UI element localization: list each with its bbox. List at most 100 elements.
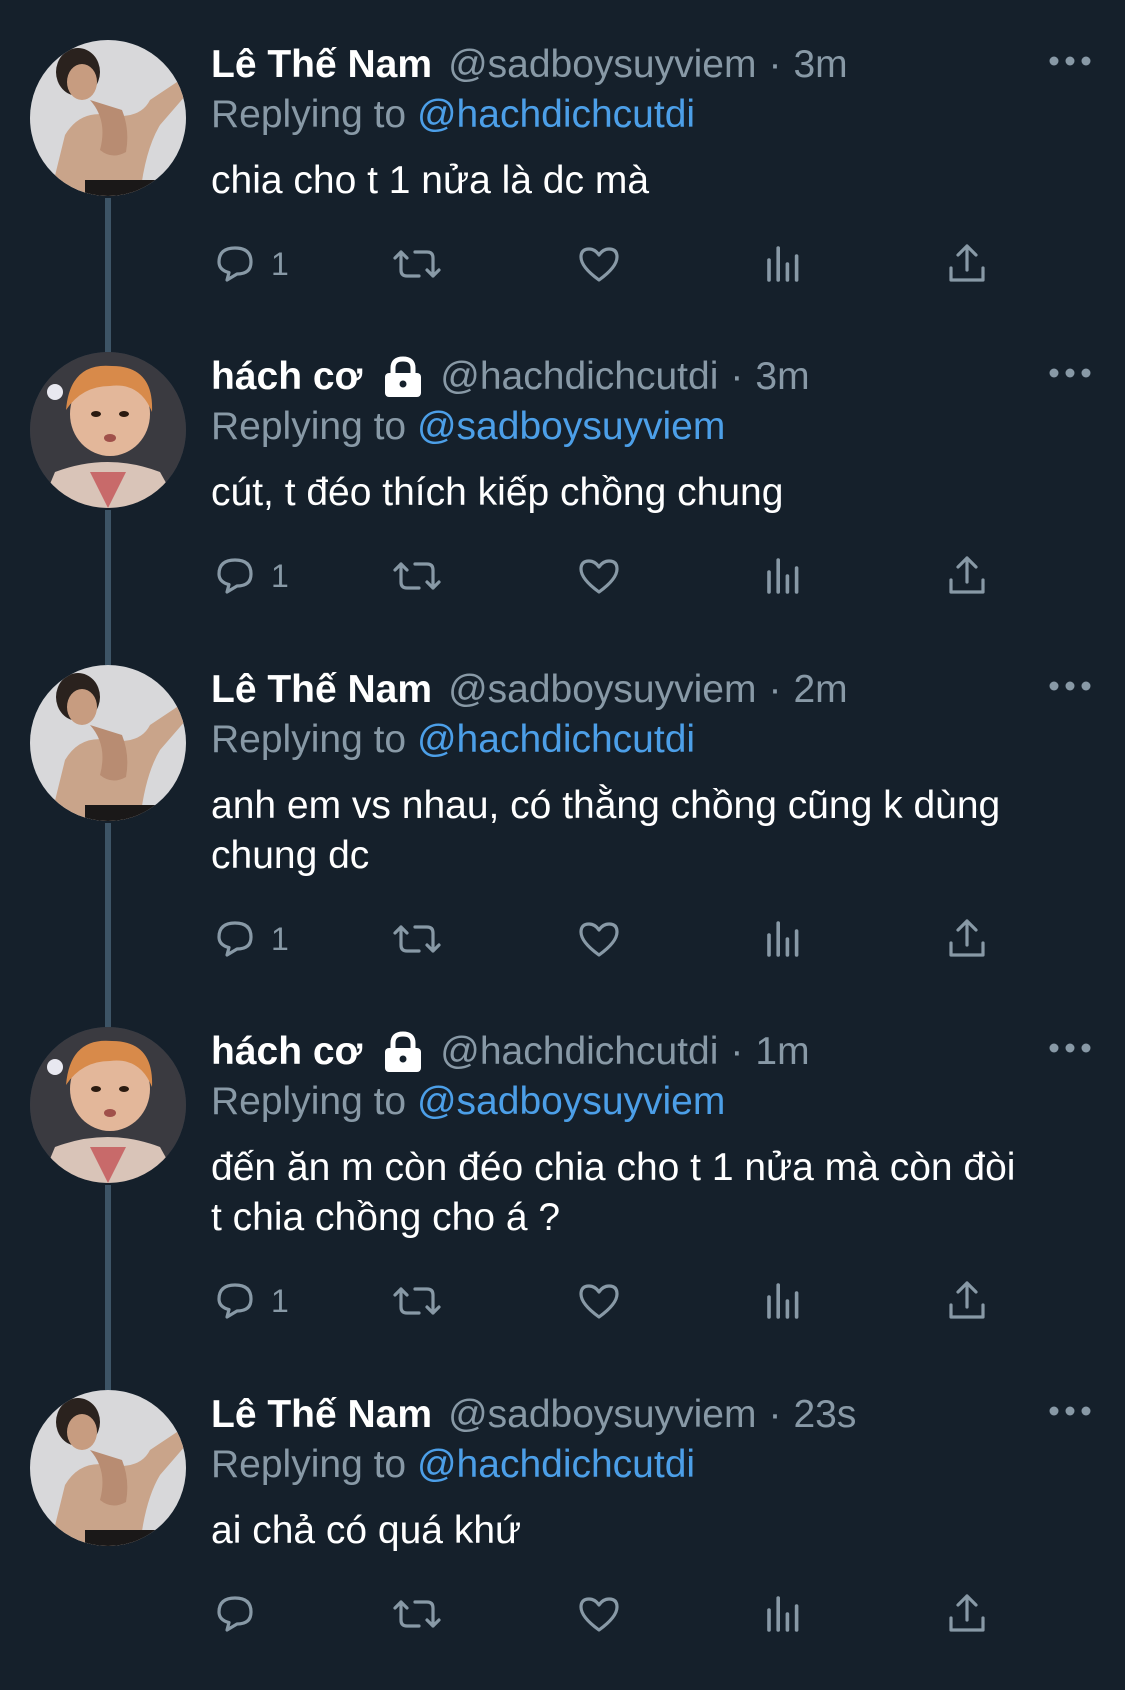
reply-button[interactable]: 1 — [211, 236, 289, 292]
replying-to: Replying to @sadboysuyviem — [211, 1077, 1095, 1127]
tweet-content: Lê Thế Nam @sadboysuyviem · 2m Replying to @… — [211, 665, 1095, 957]
more-options-icon[interactable] — [1045, 1033, 1095, 1063]
tweet-content: Lê Thế Nam @sadboysuyviem · 23s Replying to … — [211, 1390, 1095, 1632]
share-button[interactable] — [943, 1273, 991, 1329]
analytics-icon — [759, 915, 807, 963]
display-name[interactable]: Lê Thế Nam — [211, 665, 432, 715]
like-button[interactable] — [575, 236, 623, 292]
avatar[interactable] — [30, 665, 186, 821]
tweet-header: hách cơ @hachdichcutdi · 3m — [211, 352, 1095, 402]
replying-to-mention[interactable]: @hachdichcutdi — [417, 1443, 695, 1486]
share-button[interactable] — [943, 911, 991, 967]
share-button[interactable] — [943, 236, 991, 292]
replying-to-label: Replying to — [211, 1443, 407, 1486]
thread-connector-line — [105, 823, 111, 1027]
retweet-button[interactable] — [391, 1586, 443, 1642]
username-handle[interactable]: @sadboysuyviem — [448, 1390, 756, 1440]
timestamp[interactable]: 23s — [793, 1390, 856, 1440]
thread-connector-line — [105, 198, 111, 352]
replying-to-label: Replying to — [211, 1080, 407, 1123]
replying-to-label: Replying to — [211, 718, 407, 761]
replying-to-mention[interactable]: @hachdichcutdi — [417, 93, 695, 136]
avatar[interactable] — [30, 40, 186, 196]
analytics-button[interactable] — [759, 548, 807, 604]
orange-hair-man-avatar — [30, 1027, 186, 1183]
reply-icon — [211, 915, 259, 963]
display-name[interactable]: Lê Thế Nam — [211, 1390, 432, 1440]
shirtless-man-avatar — [30, 40, 186, 196]
more-options-icon[interactable] — [1045, 1396, 1095, 1426]
tweet-header: hách cơ @hachdichcutdi · 1m — [211, 1027, 1095, 1077]
reply-count: 1 — [271, 557, 289, 594]
retweet-button[interactable] — [391, 236, 443, 292]
analytics-button[interactable] — [759, 911, 807, 967]
replying-to-label: Replying to — [211, 405, 407, 448]
thread-connector-line — [105, 510, 111, 665]
tweet-actions: 1 — [211, 236, 1011, 292]
timestamp[interactable]: 3m — [755, 352, 809, 402]
tweet-actions — [211, 1586, 1011, 1642]
share-icon — [943, 915, 991, 963]
avatar[interactable] — [30, 352, 186, 508]
shirtless-man-avatar — [30, 1390, 186, 1546]
retweet-button[interactable] — [391, 911, 443, 967]
replying-to-mention[interactable]: @sadboysuyviem — [417, 1080, 725, 1123]
more-options-icon[interactable] — [1045, 46, 1095, 76]
reply-icon — [211, 240, 259, 288]
retweet-button[interactable] — [391, 548, 443, 604]
tweet-actions: 1 — [211, 1273, 1011, 1329]
retweet-icon — [391, 552, 443, 600]
shirtless-man-avatar — [30, 665, 186, 821]
username-handle[interactable]: @sadboysuyviem — [448, 665, 756, 715]
reply-button[interactable]: 1 — [211, 1273, 289, 1329]
analytics-button[interactable] — [759, 236, 807, 292]
reply-count: 1 — [271, 245, 289, 282]
username-handle[interactable]: @hachdichcutdi — [440, 352, 718, 402]
username-handle[interactable]: @sadboysuyviem — [448, 40, 756, 90]
display-name[interactable]: Lê Thế Nam — [211, 40, 432, 90]
tweet: hách cơ @hachdichcutdi · 1m Replying to @sad… — [0, 1027, 1125, 1390]
tweet-content: hách cơ @hachdichcutdi · 1m Replying to @sad… — [211, 1027, 1095, 1319]
tweet-text: ai chả có quá khứ — [211, 1509, 522, 1552]
reply-button[interactable] — [211, 1586, 271, 1642]
like-button[interactable] — [575, 1586, 623, 1642]
separator-dot: · — [730, 1030, 744, 1073]
retweet-button[interactable] — [391, 1273, 443, 1329]
like-button[interactable] — [575, 1273, 623, 1329]
more-options-icon[interactable] — [1045, 358, 1095, 388]
reply-icon — [211, 1590, 259, 1638]
share-button[interactable] — [943, 548, 991, 604]
tweet-header: Lê Thế Nam @sadboysuyviem · 3m — [211, 40, 1095, 90]
timestamp[interactable]: 1m — [755, 1027, 809, 1077]
tweet: hách cơ @hachdichcutdi · 3m Replying to @sad… — [0, 352, 1125, 665]
analytics-button[interactable] — [759, 1273, 807, 1329]
username-handle[interactable]: @hachdichcutdi — [440, 1027, 718, 1077]
tweet-header: Lê Thế Nam @sadboysuyviem · 23s — [211, 1390, 1095, 1440]
replying-to-mention[interactable]: @sadboysuyviem — [417, 405, 725, 448]
more-options-icon[interactable] — [1045, 671, 1095, 701]
retweet-icon — [391, 240, 443, 288]
timestamp[interactable]: 2m — [793, 665, 847, 715]
display-name[interactable]: hách cơ — [211, 352, 362, 402]
like-button[interactable] — [575, 911, 623, 967]
reply-button[interactable]: 1 — [211, 548, 289, 604]
share-icon — [943, 240, 991, 288]
like-icon — [575, 915, 623, 963]
share-button[interactable] — [943, 1586, 991, 1642]
display-name[interactable]: hách cơ — [211, 1027, 362, 1077]
avatar[interactable] — [30, 1390, 186, 1546]
tweet-content: hách cơ @hachdichcutdi · 3m Replying to @sad… — [211, 352, 1095, 594]
reply-button[interactable]: 1 — [211, 911, 289, 967]
replying-to-mention[interactable]: @hachdichcutdi — [417, 718, 695, 761]
timestamp[interactable]: 3m — [793, 40, 847, 90]
analytics-button[interactable] — [759, 1586, 807, 1642]
like-button[interactable] — [575, 548, 623, 604]
analytics-icon — [759, 1277, 807, 1325]
reply-icon — [211, 552, 259, 600]
tweet: Lê Thế Nam @sadboysuyviem · 3m Replying to @… — [0, 40, 1125, 352]
like-icon — [575, 1590, 623, 1638]
avatar[interactable] — [30, 1027, 186, 1183]
orange-hair-man-avatar — [30, 352, 186, 508]
share-icon — [943, 1590, 991, 1638]
tweet-text: anh em vs nhau, có thằng chồng cũng k dù… — [211, 784, 1012, 877]
